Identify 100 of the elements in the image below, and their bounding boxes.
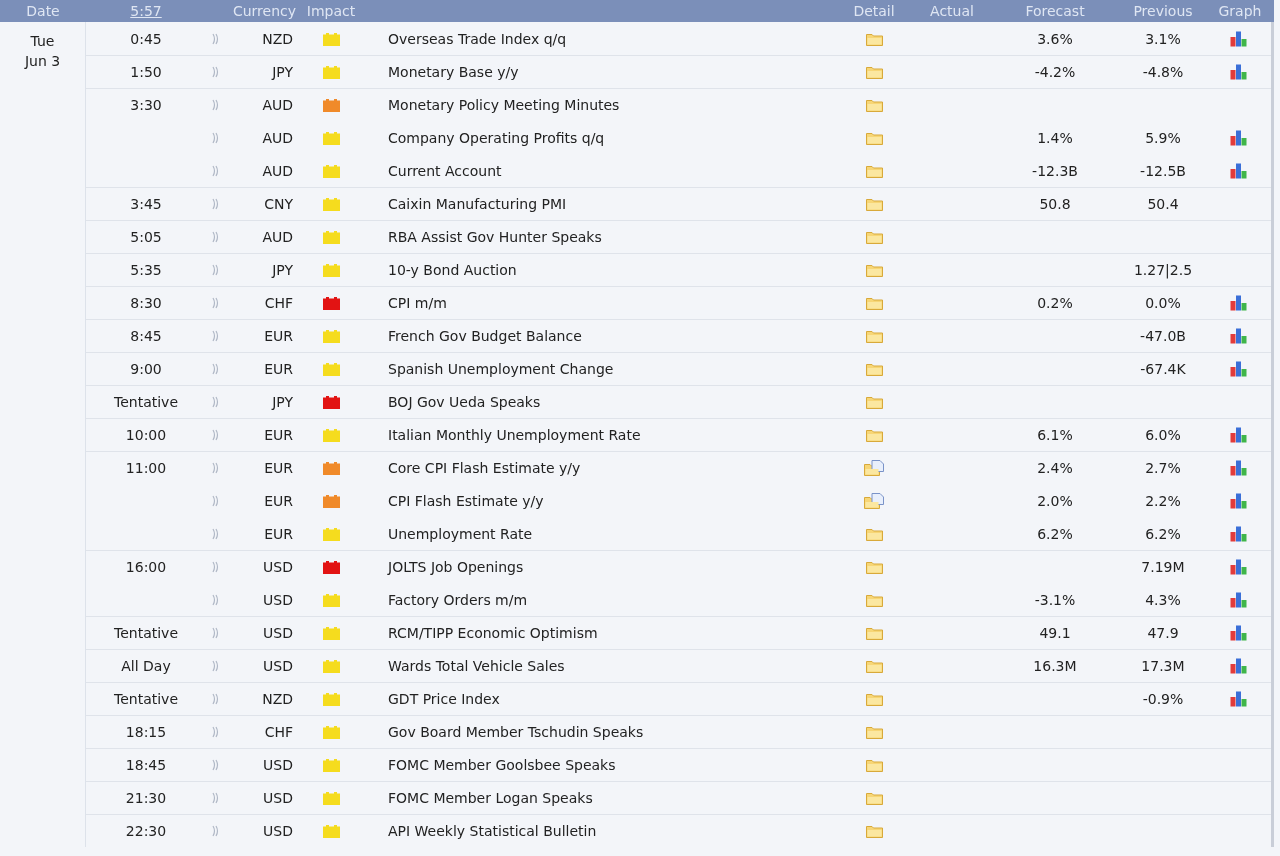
sound-icon[interactable] — [212, 825, 220, 837]
currency-cell-text: USD — [263, 821, 293, 841]
sound-icon[interactable] — [212, 330, 220, 342]
previous-value: -4.8% — [1142, 62, 1184, 82]
currency-cell-text: AUD — [262, 128, 293, 148]
sound-icon[interactable] — [212, 429, 220, 441]
bar-chart-icon[interactable] — [1229, 361, 1248, 377]
previous-value: 2.7% — [1145, 458, 1181, 478]
current-time-link[interactable]: 5:57 — [130, 0, 162, 22]
previous-value: -12.5B — [1140, 161, 1186, 181]
sound-icon[interactable] — [212, 495, 220, 507]
bar-chart-icon[interactable] — [1229, 328, 1248, 344]
time-cell-text: 3:45 — [130, 194, 162, 214]
time-cell-text: Tentative — [114, 623, 178, 643]
folder-icon[interactable] — [865, 395, 883, 409]
bar-chart-icon[interactable] — [1229, 295, 1248, 311]
folder-icon[interactable] — [865, 65, 883, 79]
sound-icon[interactable] — [212, 627, 220, 639]
bar-chart-icon[interactable] — [1229, 163, 1248, 179]
currency-cell-text: CNY — [264, 194, 293, 214]
currency-cell-text: USD — [263, 557, 293, 577]
currency-cell-text: EUR — [264, 524, 293, 544]
bar-chart-icon[interactable] — [1229, 427, 1248, 443]
folder-icon[interactable] — [865, 725, 883, 739]
sound-icon[interactable] — [212, 561, 220, 573]
sound-icon[interactable] — [212, 33, 220, 45]
time-cell-text: Tentative — [114, 392, 178, 412]
previous-value: -0.9% — [1142, 689, 1184, 709]
folder-icon[interactable] — [865, 560, 883, 574]
folder-icon[interactable] — [865, 527, 883, 541]
event-name: Current Account — [388, 162, 502, 179]
sound-icon[interactable] — [212, 132, 220, 144]
previous-value: -47.0B — [1140, 326, 1186, 346]
time-cell-text: 21:30 — [125, 788, 167, 808]
previous-value: 3.1% — [1145, 29, 1181, 49]
event-name: Overseas Trade Index q/q — [388, 30, 567, 47]
sound-icon[interactable] — [212, 693, 220, 705]
event-name: BOJ Gov Ueda Speaks — [388, 393, 541, 410]
bar-chart-icon[interactable] — [1229, 691, 1248, 707]
currency-cell-text: JPY — [272, 62, 293, 82]
currency-cell-text: CHF — [264, 293, 293, 313]
time-cell-text: 9:00 — [130, 359, 162, 379]
folder-icon[interactable] — [865, 362, 883, 376]
sound-icon[interactable] — [212, 396, 220, 408]
sound-icon[interactable] — [212, 165, 220, 177]
folder-icon[interactable] — [865, 164, 883, 178]
sound-icon[interactable] — [212, 297, 220, 309]
sound-icon[interactable] — [212, 726, 220, 738]
sound-icon[interactable] — [212, 231, 220, 243]
folder-document-icon[interactable] — [864, 460, 884, 476]
folder-icon[interactable] — [865, 32, 883, 46]
bar-chart-icon[interactable] — [1229, 493, 1248, 509]
bar-chart-icon[interactable] — [1229, 64, 1248, 80]
event-name: RBA Assist Gov Hunter Speaks — [388, 228, 602, 245]
bar-chart-icon[interactable] — [1229, 460, 1248, 476]
bar-chart-icon[interactable] — [1229, 130, 1248, 146]
forecast-value: 50.8 — [1039, 194, 1071, 214]
folder-icon[interactable] — [865, 329, 883, 343]
folder-icon[interactable] — [865, 692, 883, 706]
previous-value: -67.4K — [1140, 359, 1186, 379]
time-cell-text: All Day — [121, 656, 171, 676]
bar-chart-icon[interactable] — [1229, 592, 1248, 608]
event-name: FOMC Member Goolsbee Speaks — [388, 756, 616, 773]
sound-icon[interactable] — [212, 759, 220, 771]
sound-icon[interactable] — [212, 528, 220, 540]
folder-icon[interactable] — [865, 131, 883, 145]
currency-cell-text: JPY — [272, 392, 293, 412]
sound-icon[interactable] — [212, 99, 220, 111]
sound-icon[interactable] — [212, 363, 220, 375]
sound-icon[interactable] — [212, 264, 220, 276]
column-header: Detail — [853, 1, 895, 21]
sound-icon[interactable] — [212, 594, 220, 606]
folder-icon[interactable] — [865, 263, 883, 277]
folder-icon[interactable] — [865, 791, 883, 805]
folder-icon[interactable] — [865, 197, 883, 211]
currency-cell-text: EUR — [264, 458, 293, 478]
time-cell-text: 0:45 — [130, 29, 162, 49]
folder-icon[interactable] — [865, 230, 883, 244]
folder-icon[interactable] — [865, 296, 883, 310]
folder-icon[interactable] — [865, 626, 883, 640]
folder-icon[interactable] — [865, 428, 883, 442]
folder-icon[interactable] — [865, 659, 883, 673]
folder-icon[interactable] — [865, 824, 883, 838]
forecast-value: 49.1 — [1039, 623, 1071, 643]
bar-chart-icon[interactable] — [1229, 31, 1248, 47]
bar-chart-icon[interactable] — [1229, 559, 1248, 575]
sound-icon[interactable] — [212, 66, 220, 78]
folder-icon[interactable] — [865, 98, 883, 112]
sound-icon[interactable] — [212, 660, 220, 672]
folder-document-icon[interactable] — [864, 493, 884, 509]
sound-icon[interactable] — [212, 198, 220, 210]
folder-icon[interactable] — [865, 758, 883, 772]
sound-icon[interactable] — [212, 792, 220, 804]
sound-icon[interactable] — [212, 462, 220, 474]
bar-chart-icon[interactable] — [1229, 625, 1248, 641]
currency-cell-text: USD — [263, 590, 293, 610]
folder-icon[interactable] — [865, 593, 883, 607]
time-cell-text: Tentative — [114, 689, 178, 709]
bar-chart-icon[interactable] — [1229, 526, 1248, 542]
bar-chart-icon[interactable] — [1229, 658, 1248, 674]
